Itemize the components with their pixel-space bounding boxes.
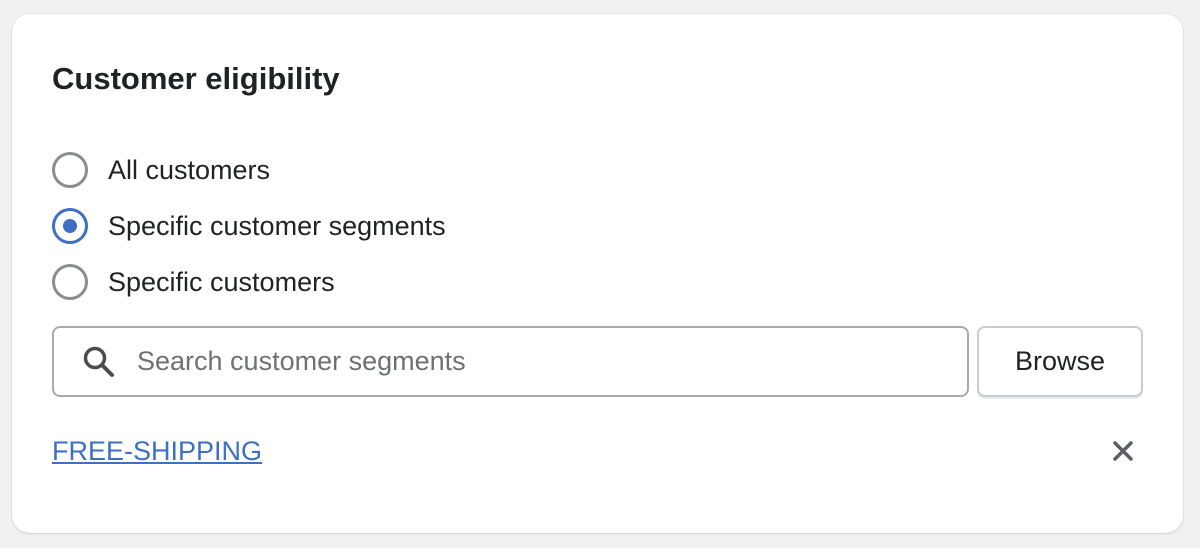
search-input[interactable] xyxy=(135,340,967,383)
search-icon xyxy=(79,342,119,382)
radio-option-specific-segments[interactable]: Specific customer segments xyxy=(52,206,446,246)
segment-search-field[interactable] xyxy=(52,326,969,397)
card-title: Customer eligibility xyxy=(52,61,340,96)
radio-button-checked[interactable] xyxy=(52,208,88,244)
radio-label: Specific customers xyxy=(108,267,335,297)
radio-label: Specific customer segments xyxy=(108,211,446,241)
customer-eligibility-card: Customer eligibility All customers Speci… xyxy=(12,14,1183,533)
selected-segment-link[interactable]: FREE-SHIPPING xyxy=(52,434,262,468)
browse-button[interactable]: Browse xyxy=(977,326,1143,397)
radio-button-unchecked[interactable] xyxy=(52,264,88,300)
radio-option-specific-customers[interactable]: Specific customers xyxy=(52,262,335,302)
radio-selected-dot xyxy=(63,219,77,233)
radio-label: All customers xyxy=(108,155,271,185)
radio-button-unchecked[interactable] xyxy=(52,152,88,188)
close-icon[interactable] xyxy=(1106,434,1140,468)
radio-option-all-customers[interactable]: All customers xyxy=(52,150,270,190)
